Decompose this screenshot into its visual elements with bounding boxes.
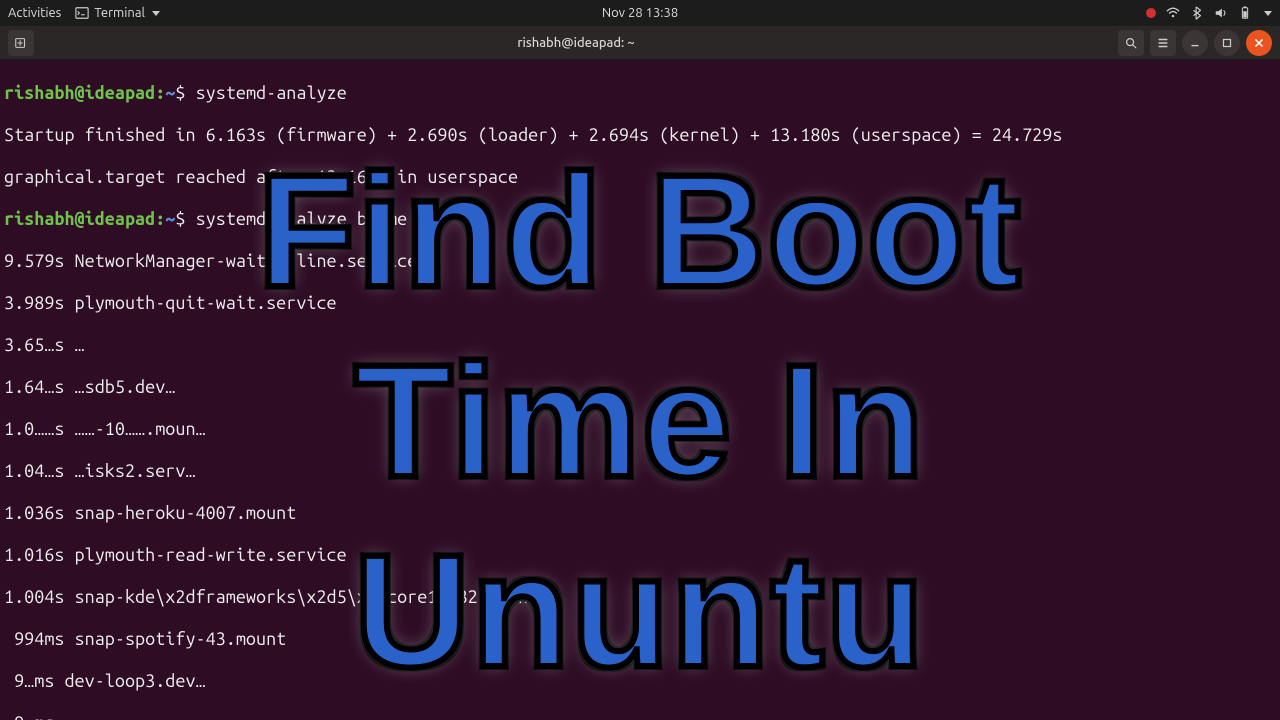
window-titlebar: rishabh@ideapad: ~ (0, 26, 1280, 60)
hamburger-menu-button[interactable] (1150, 30, 1176, 56)
terminal-line: rishabh@ideapad:~$ systemd-analyze (4, 83, 1276, 104)
minimize-button[interactable] (1182, 30, 1208, 56)
system-menu-chevron-icon[interactable] (1264, 11, 1272, 16)
terminal-line: 9…ms … (4, 713, 1276, 720)
chevron-down-icon (152, 11, 160, 16)
activities-button[interactable]: Activities (8, 6, 61, 20)
terminal-line: 9…ms dev-loop3.dev… (4, 671, 1276, 692)
terminal-line: 3.989s plymouth-quit-wait.service (4, 293, 1276, 314)
battery-icon[interactable] (1238, 6, 1252, 20)
search-button[interactable] (1118, 30, 1144, 56)
prompt-path: ~ (165, 83, 175, 103)
terminal-line: 1.04…s …isks2.serv… (4, 461, 1276, 482)
terminal-line: 3.65…s … (4, 335, 1276, 356)
terminal-line: 994ms snap-spotify-43.mount (4, 629, 1276, 650)
prompt-dollar: $ (175, 83, 185, 103)
close-button[interactable] (1246, 30, 1272, 56)
clock-label: Nov 28 13:38 (602, 6, 678, 20)
app-menu-label: Terminal (94, 6, 145, 20)
terminal-line: 1.0……s ……-10…….moun… (4, 419, 1276, 440)
command-1: systemd-analyze (196, 83, 347, 103)
prompt-user: rishabh@ideapad (4, 83, 155, 103)
terminal-line: 1.64…s …sdb5.dev… (4, 377, 1276, 398)
terminal-line: 9.579s NetworkManager-wait-online.servic… (4, 251, 1276, 272)
activities-label: Activities (8, 6, 61, 20)
screen-record-indicator-icon[interactable] (1146, 8, 1156, 18)
maximize-button[interactable] (1214, 30, 1240, 56)
panel-right (1146, 6, 1272, 20)
app-menu[interactable]: Terminal (75, 6, 160, 20)
terminal-line: 1.016s plymouth-read-write.service (4, 545, 1276, 566)
volume-icon[interactable] (1214, 6, 1228, 20)
wifi-icon[interactable] (1166, 6, 1180, 20)
new-tab-button[interactable] (8, 30, 34, 56)
terminal-line: Startup finished in 6.163s (firmware) + … (4, 125, 1276, 146)
window-title: rishabh@ideapad: ~ (34, 36, 1118, 50)
bluetooth-icon[interactable] (1190, 6, 1204, 20)
command-2: systemd-analyze blame (196, 209, 408, 229)
terminal-viewport[interactable]: rishabh@ideapad:~$ systemd-analyze Start… (0, 60, 1280, 720)
gnome-top-panel: Activities Terminal Nov 28 13:38 (0, 0, 1280, 26)
terminal-line: graphical.target reached after 13.162s i… (4, 167, 1276, 188)
clock[interactable]: Nov 28 13:38 (602, 6, 678, 20)
terminal-line: rishabh@ideapad:~$ systemd-analyze blame (4, 209, 1276, 230)
terminal-app-icon (75, 6, 89, 20)
terminal-line: 1.004s snap-kde\x2dframeworks\x2d5\x2dco… (4, 587, 1276, 608)
panel-left: Activities Terminal (8, 6, 160, 20)
terminal-line: 1.036s snap-heroku-4007.mount (4, 503, 1276, 524)
